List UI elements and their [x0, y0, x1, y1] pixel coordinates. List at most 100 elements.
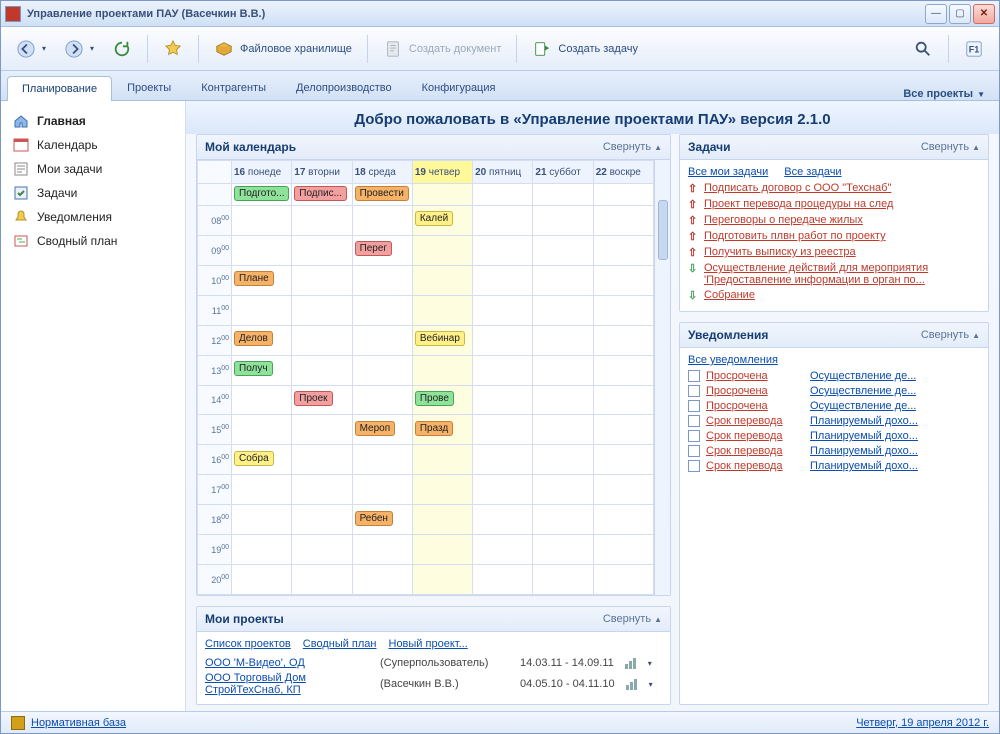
notification-desc-link[interactable]: Осуществление де...	[810, 370, 916, 382]
tab-planning[interactable]: Планирование	[7, 76, 112, 101]
calendar-cell[interactable]	[533, 415, 593, 445]
calendar-cell[interactable]: Прове	[412, 385, 472, 415]
all-my-tasks-link[interactable]: Все мои задачи	[688, 166, 768, 178]
calendar-cell[interactable]	[352, 445, 412, 475]
projects-summary-link[interactable]: Сводный план	[303, 638, 377, 650]
calendar-scrollbar[interactable]	[654, 160, 670, 595]
footer-date-link[interactable]: Четверг, 19 апреля 2012 г.	[856, 717, 989, 729]
calendar-allday-cell[interactable]: Подгото...	[232, 184, 292, 206]
calendar-cell[interactable]: Плане	[232, 265, 292, 295]
calendar-event[interactable]: Ребен	[355, 511, 393, 526]
calendar-cell[interactable]	[292, 355, 352, 385]
calendar-cell[interactable]	[533, 206, 593, 236]
calendar-event[interactable]: Вебинар	[415, 331, 465, 346]
projects-list-link[interactable]: Список проектов	[205, 638, 291, 650]
calendar-cell[interactable]	[533, 445, 593, 475]
notification-status-link[interactable]: Просрочена	[706, 370, 804, 382]
calendar-cell[interactable]	[533, 265, 593, 295]
calendar-cell[interactable]	[412, 295, 472, 325]
calendar-cell[interactable]	[593, 265, 653, 295]
calendar-cell[interactable]	[593, 295, 653, 325]
calendar-cell[interactable]	[292, 265, 352, 295]
calendar-cell[interactable]	[533, 535, 593, 565]
calendar-cell[interactable]	[292, 445, 352, 475]
create-document-button[interactable]: Создать документ	[376, 34, 509, 64]
calendar-day-header[interactable]: 20 пятниц	[473, 161, 533, 184]
project-name-link[interactable]: ООО 'М-Видео', ОД	[205, 657, 370, 669]
calendar-cell[interactable]	[412, 505, 472, 535]
all-notifications-link[interactable]: Все уведомления	[688, 354, 778, 366]
calendar-cell[interactable]	[533, 295, 593, 325]
calendar-cell[interactable]	[473, 535, 533, 565]
calendar-day-header[interactable]: 19 четвер	[412, 161, 472, 184]
calendar-cell[interactable]	[232, 505, 292, 535]
calendar-cell[interactable]: Проек	[292, 385, 352, 415]
task-link[interactable]: Подготовить плвн работ по проекту	[704, 230, 980, 242]
calendar-cell[interactable]	[352, 265, 412, 295]
calendar-cell[interactable]	[593, 475, 653, 505]
calendar-cell[interactable]	[593, 325, 653, 355]
calendar-cell[interactable]	[593, 445, 653, 475]
tab-config[interactable]: Конфигурация	[407, 75, 511, 100]
calendar-cell[interactable]	[533, 565, 593, 595]
checkbox[interactable]	[688, 415, 700, 427]
notification-desc-link[interactable]: Осуществление де...	[810, 385, 916, 397]
calendar-cell[interactable]: Получ	[232, 355, 292, 385]
calendar-cell[interactable]	[292, 295, 352, 325]
calendar-cell[interactable]	[473, 265, 533, 295]
calendar-cell[interactable]	[412, 535, 472, 565]
calendar-cell[interactable]	[412, 355, 472, 385]
notification-status-link[interactable]: Срок перевода	[706, 460, 804, 472]
calendar-event[interactable]: Празд	[415, 421, 453, 436]
calendar-cell[interactable]	[352, 206, 412, 236]
calendar-cell[interactable]	[232, 565, 292, 595]
calendar-cell[interactable]	[473, 235, 533, 265]
nav-forward-button[interactable]: ▾	[57, 34, 101, 64]
calendar-event[interactable]: Провести	[355, 186, 409, 201]
calendar-cell[interactable]	[473, 295, 533, 325]
calendar-cell[interactable]	[533, 475, 593, 505]
calendar-event[interactable]: Проек	[294, 391, 332, 406]
checkbox[interactable]	[688, 385, 700, 397]
sidebar-item-calendar[interactable]: Календарь	[1, 133, 185, 157]
sidebar-item-my-tasks[interactable]: Мои задачи	[1, 157, 185, 181]
calendar-day-header[interactable]: 17 вторни	[292, 161, 352, 184]
calendar-cell[interactable]	[473, 206, 533, 236]
calendar-cell[interactable]	[292, 505, 352, 535]
notification-desc-link[interactable]: Планируемый дохо...	[810, 415, 918, 427]
calendar-cell[interactable]	[593, 565, 653, 595]
calendar-cell[interactable]	[473, 565, 533, 595]
calendar-cell[interactable]	[292, 415, 352, 445]
sidebar-item-main[interactable]: Главная	[1, 109, 185, 133]
notification-desc-link[interactable]: Планируемый дохо...	[810, 445, 918, 457]
calendar-allday-cell[interactable]	[412, 184, 472, 206]
calendar-cell[interactable]	[292, 235, 352, 265]
calendar-cell[interactable]	[232, 206, 292, 236]
calendar-cell[interactable]	[412, 235, 472, 265]
calendar-cell[interactable]	[533, 385, 593, 415]
favorites-button[interactable]	[156, 34, 190, 64]
task-link[interactable]: Собрание	[704, 289, 980, 301]
calendar-cell[interactable]	[232, 415, 292, 445]
calendar-event[interactable]: Подгото...	[234, 186, 289, 201]
calendar-event[interactable]: Подпис...	[294, 186, 347, 201]
calendar-cell[interactable]	[232, 535, 292, 565]
calendar-cell[interactable]	[352, 295, 412, 325]
calendar-day-header[interactable]: 22 воскре	[593, 161, 653, 184]
minimize-button[interactable]: —	[925, 4, 947, 24]
new-project-link[interactable]: Новый проект...	[389, 638, 468, 650]
close-button[interactable]: ✕	[973, 4, 995, 24]
calendar-cell[interactable]	[352, 385, 412, 415]
chart-icon[interactable]	[624, 656, 638, 670]
chart-icon[interactable]	[625, 677, 639, 691]
all-tasks-link[interactable]: Все задачи	[784, 166, 841, 178]
calendar-day-header[interactable]: 16 понеде	[232, 161, 292, 184]
calendar-cell[interactable]	[232, 235, 292, 265]
calendar-event[interactable]: Собра	[234, 451, 274, 466]
task-link[interactable]: Получить выписку из реестра	[704, 246, 980, 258]
sidebar-item-plan[interactable]: Сводный план	[1, 229, 185, 253]
calendar-cell[interactable]	[593, 206, 653, 236]
checkbox[interactable]	[688, 460, 700, 472]
task-link[interactable]: Осуществление действий для мероприятия '…	[704, 262, 980, 286]
refresh-button[interactable]	[105, 34, 139, 64]
